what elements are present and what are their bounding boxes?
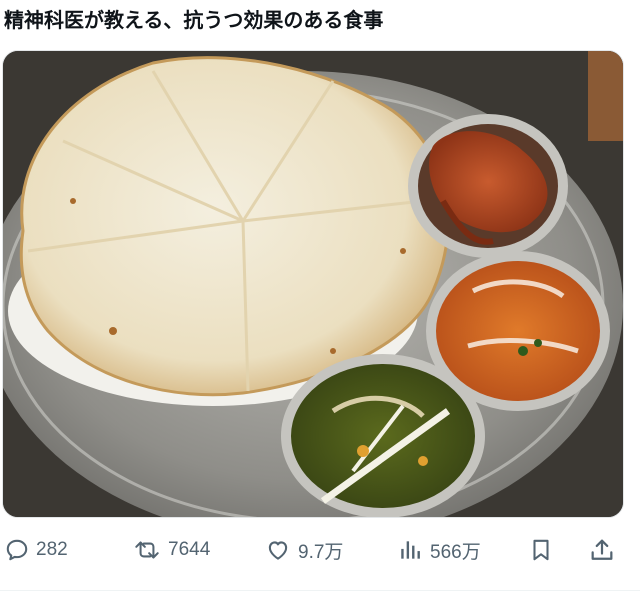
bar-chart-icon <box>401 541 420 559</box>
share-button[interactable] <box>588 530 616 570</box>
bookmark-icon <box>533 539 549 561</box>
post-text: 精神科医が教える、抗うつ効果のある食事 <box>4 8 384 32</box>
repost-arrows-icon <box>135 541 159 559</box>
post-action-bar: 282 7644 9.7万 566万 <box>0 530 640 570</box>
heart-icon <box>268 541 288 560</box>
thali-photo-illustration <box>3 51 623 517</box>
speech-bubble-icon <box>6 539 28 561</box>
share-upload-icon <box>591 539 613 560</box>
views-button[interactable]: 566万 <box>398 530 481 570</box>
post-photo[interactable] <box>2 50 624 518</box>
repost-button[interactable]: 7644 <box>132 530 210 570</box>
like-button[interactable]: 9.7万 <box>264 530 343 570</box>
reply-button[interactable]: 282 <box>4 530 68 570</box>
reply-count: 282 <box>36 539 68 560</box>
bookmark-button[interactable] <box>528 530 554 570</box>
view-count: 566万 <box>430 541 481 563</box>
like-count: 9.7万 <box>298 541 344 563</box>
divider <box>0 590 640 591</box>
repost-count: 7644 <box>168 539 211 560</box>
